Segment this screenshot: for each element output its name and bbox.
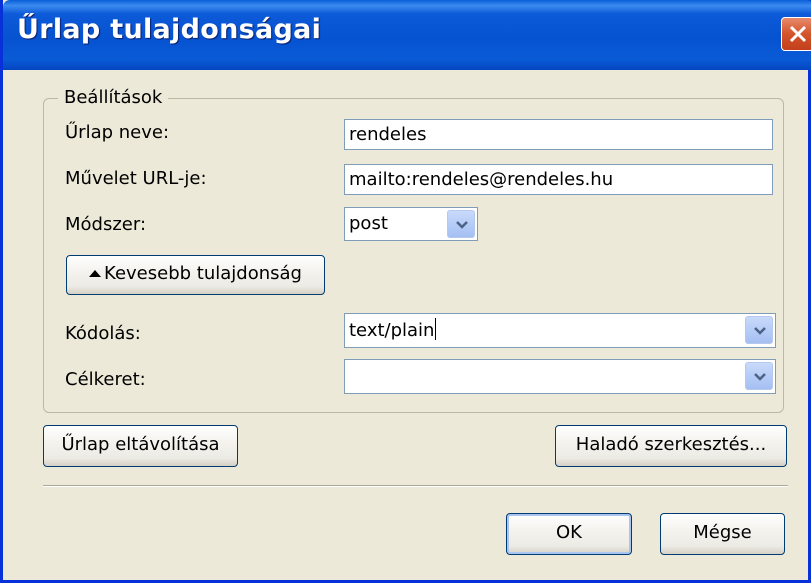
form-properties-dialog: Űrlap tulajdonságai Beállítások Űrlap ne… (0, 0, 811, 583)
settings-group-legend: Beállítások (58, 87, 169, 108)
title-bar[interactable]: Űrlap tulajdonságai (3, 0, 811, 70)
method-dropdown-button[interactable] (447, 210, 475, 238)
text-caret (435, 318, 437, 340)
method-value: post (349, 213, 388, 234)
method-label: Módszer: (65, 214, 147, 235)
action-url-input[interactable]: mailto:rendeles@rendeles.hu (344, 164, 773, 195)
close-button[interactable] (781, 17, 811, 51)
remove-form-button[interactable]: Űrlap eltávolítása (43, 425, 238, 467)
cancel-button[interactable]: Mégse (660, 513, 785, 555)
less-properties-button[interactable]: Kevesebb tulajdonság (66, 255, 325, 295)
encoding-dropdown-button[interactable] (745, 316, 773, 344)
separator (43, 485, 788, 487)
ok-button[interactable]: OK (506, 513, 632, 555)
close-icon (789, 25, 807, 43)
method-select[interactable]: post (344, 207, 478, 241)
chevron-down-icon (754, 327, 766, 335)
encoding-label: Kódolás: (65, 323, 141, 344)
encoding-value: text/plain (349, 320, 435, 341)
encoding-select[interactable]: text/plain (344, 313, 776, 348)
target-frame-dropdown-button[interactable] (745, 362, 773, 390)
advanced-edit-button[interactable]: Haladó szerkesztés... (555, 425, 787, 467)
chevron-down-icon (456, 221, 468, 229)
dialog-title: Űrlap tulajdonságai (17, 14, 322, 45)
action-url-label: Művelet URL-je: (65, 168, 207, 189)
chevron-down-icon (754, 373, 766, 381)
target-frame-select[interactable] (344, 359, 776, 394)
form-name-input[interactable]: rendeles (344, 119, 773, 150)
target-frame-label: Célkeret: (65, 369, 146, 390)
triangle-up-icon (89, 270, 102, 277)
form-name-label: Űrlap neve: (65, 122, 170, 143)
less-properties-label: Kevesebb tulajdonság (104, 263, 302, 284)
